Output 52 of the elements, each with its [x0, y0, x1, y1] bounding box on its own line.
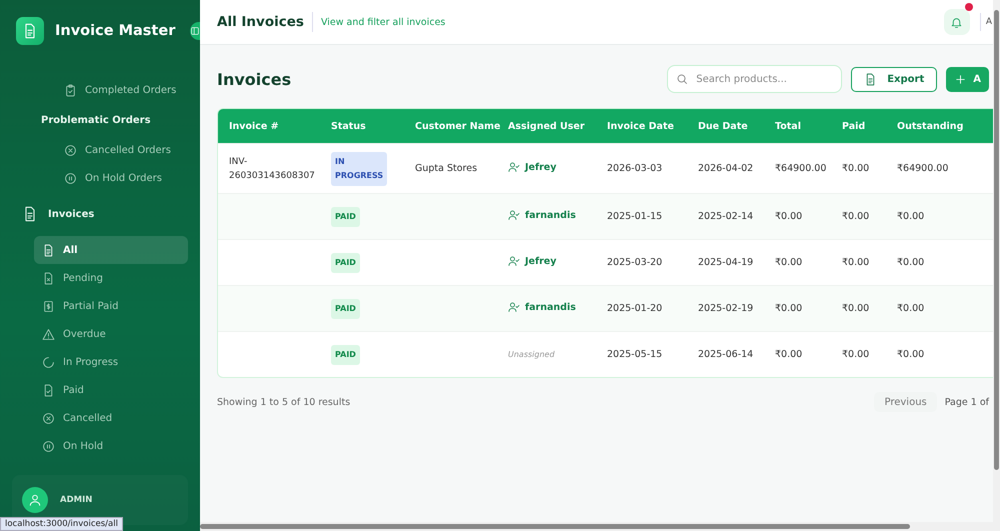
column-header: Due Date — [687, 109, 764, 144]
assigned-user: farnandis — [525, 210, 576, 220]
table-cell: ₹64900.00 — [897, 163, 948, 174]
page-title: Invoices — [217, 70, 292, 88]
table-cell: ₹0.00 — [897, 303, 924, 314]
table-cell: ₹0.00 — [775, 211, 802, 222]
status-badge: PAID — [331, 252, 360, 272]
assigned-user: Unassigned — [508, 350, 555, 359]
table-cell: 2025-03-20 — [607, 257, 662, 268]
column-header: Invoice Date — [596, 109, 687, 144]
url-tooltip: localhost:3000/invoices/all — [0, 517, 123, 531]
column-header: Total — [764, 109, 831, 144]
table-cell: ₹0.00 — [842, 349, 870, 360]
status-badge: PAID — [331, 298, 360, 318]
table-cell: ₹0.00 — [775, 257, 802, 268]
table-cell: ₹0.00 — [842, 163, 870, 174]
table-cell-text: INV-260303143608307 — [229, 156, 316, 182]
sidebar-heading: Problematic Orders — [40, 114, 152, 128]
assigned-user: Jefrey — [525, 256, 556, 266]
assigned-user: Jefrey — [525, 162, 556, 172]
table-cell: 2025-01-20 — [607, 303, 662, 314]
table-cell: 2026-03-03 — [607, 163, 662, 174]
assigned-user: farnandis — [525, 302, 576, 312]
table-cell: 2025-01-15 — [607, 211, 662, 222]
status-badge: PAID — [331, 206, 360, 226]
status-badge: PAID — [331, 344, 360, 364]
user-name: ADMIN — [60, 495, 92, 505]
table-cell: 2025-02-19 — [698, 303, 754, 314]
app-name: Invoice Master — [55, 23, 176, 39]
column-header: Invoice # — [218, 109, 320, 144]
table-cell: ₹0.00 — [842, 303, 870, 314]
table-cell: 2025-06-14 — [698, 349, 754, 360]
page-indicator: Page 1 of — [944, 396, 989, 408]
table-cell: ₹0.00 — [897, 349, 924, 360]
results-summary: Showing 1 to 5 of 10 results — [217, 396, 350, 408]
table-cell: ₹0.00 — [842, 211, 870, 222]
page-header-subtitle: View and filter all invoices — [320, 16, 446, 28]
table-cell: ₹64900.00 — [775, 163, 826, 174]
page-header-title: All Invoices — [217, 12, 313, 32]
table-cell: ₹0.00 — [775, 303, 802, 314]
table-cell: ₹0.00 — [897, 211, 924, 222]
column-header: Status — [320, 109, 404, 144]
column-header: Paid — [831, 109, 886, 144]
table-cell: ₹0.00 — [775, 349, 802, 360]
table-cell: 2025-04-19 — [698, 257, 754, 268]
table-cell: Gupta Stores — [415, 163, 478, 174]
table-cell: 2026-04-02 — [698, 163, 754, 174]
table-cell: ₹0.00 — [842, 257, 870, 268]
status-badge: IN PROGRESS — [331, 152, 388, 186]
table-cell: 2025-02-14 — [698, 211, 754, 222]
table-cell: 2025-05-15 — [607, 349, 662, 360]
table-cell: ₹0.00 — [897, 257, 924, 268]
